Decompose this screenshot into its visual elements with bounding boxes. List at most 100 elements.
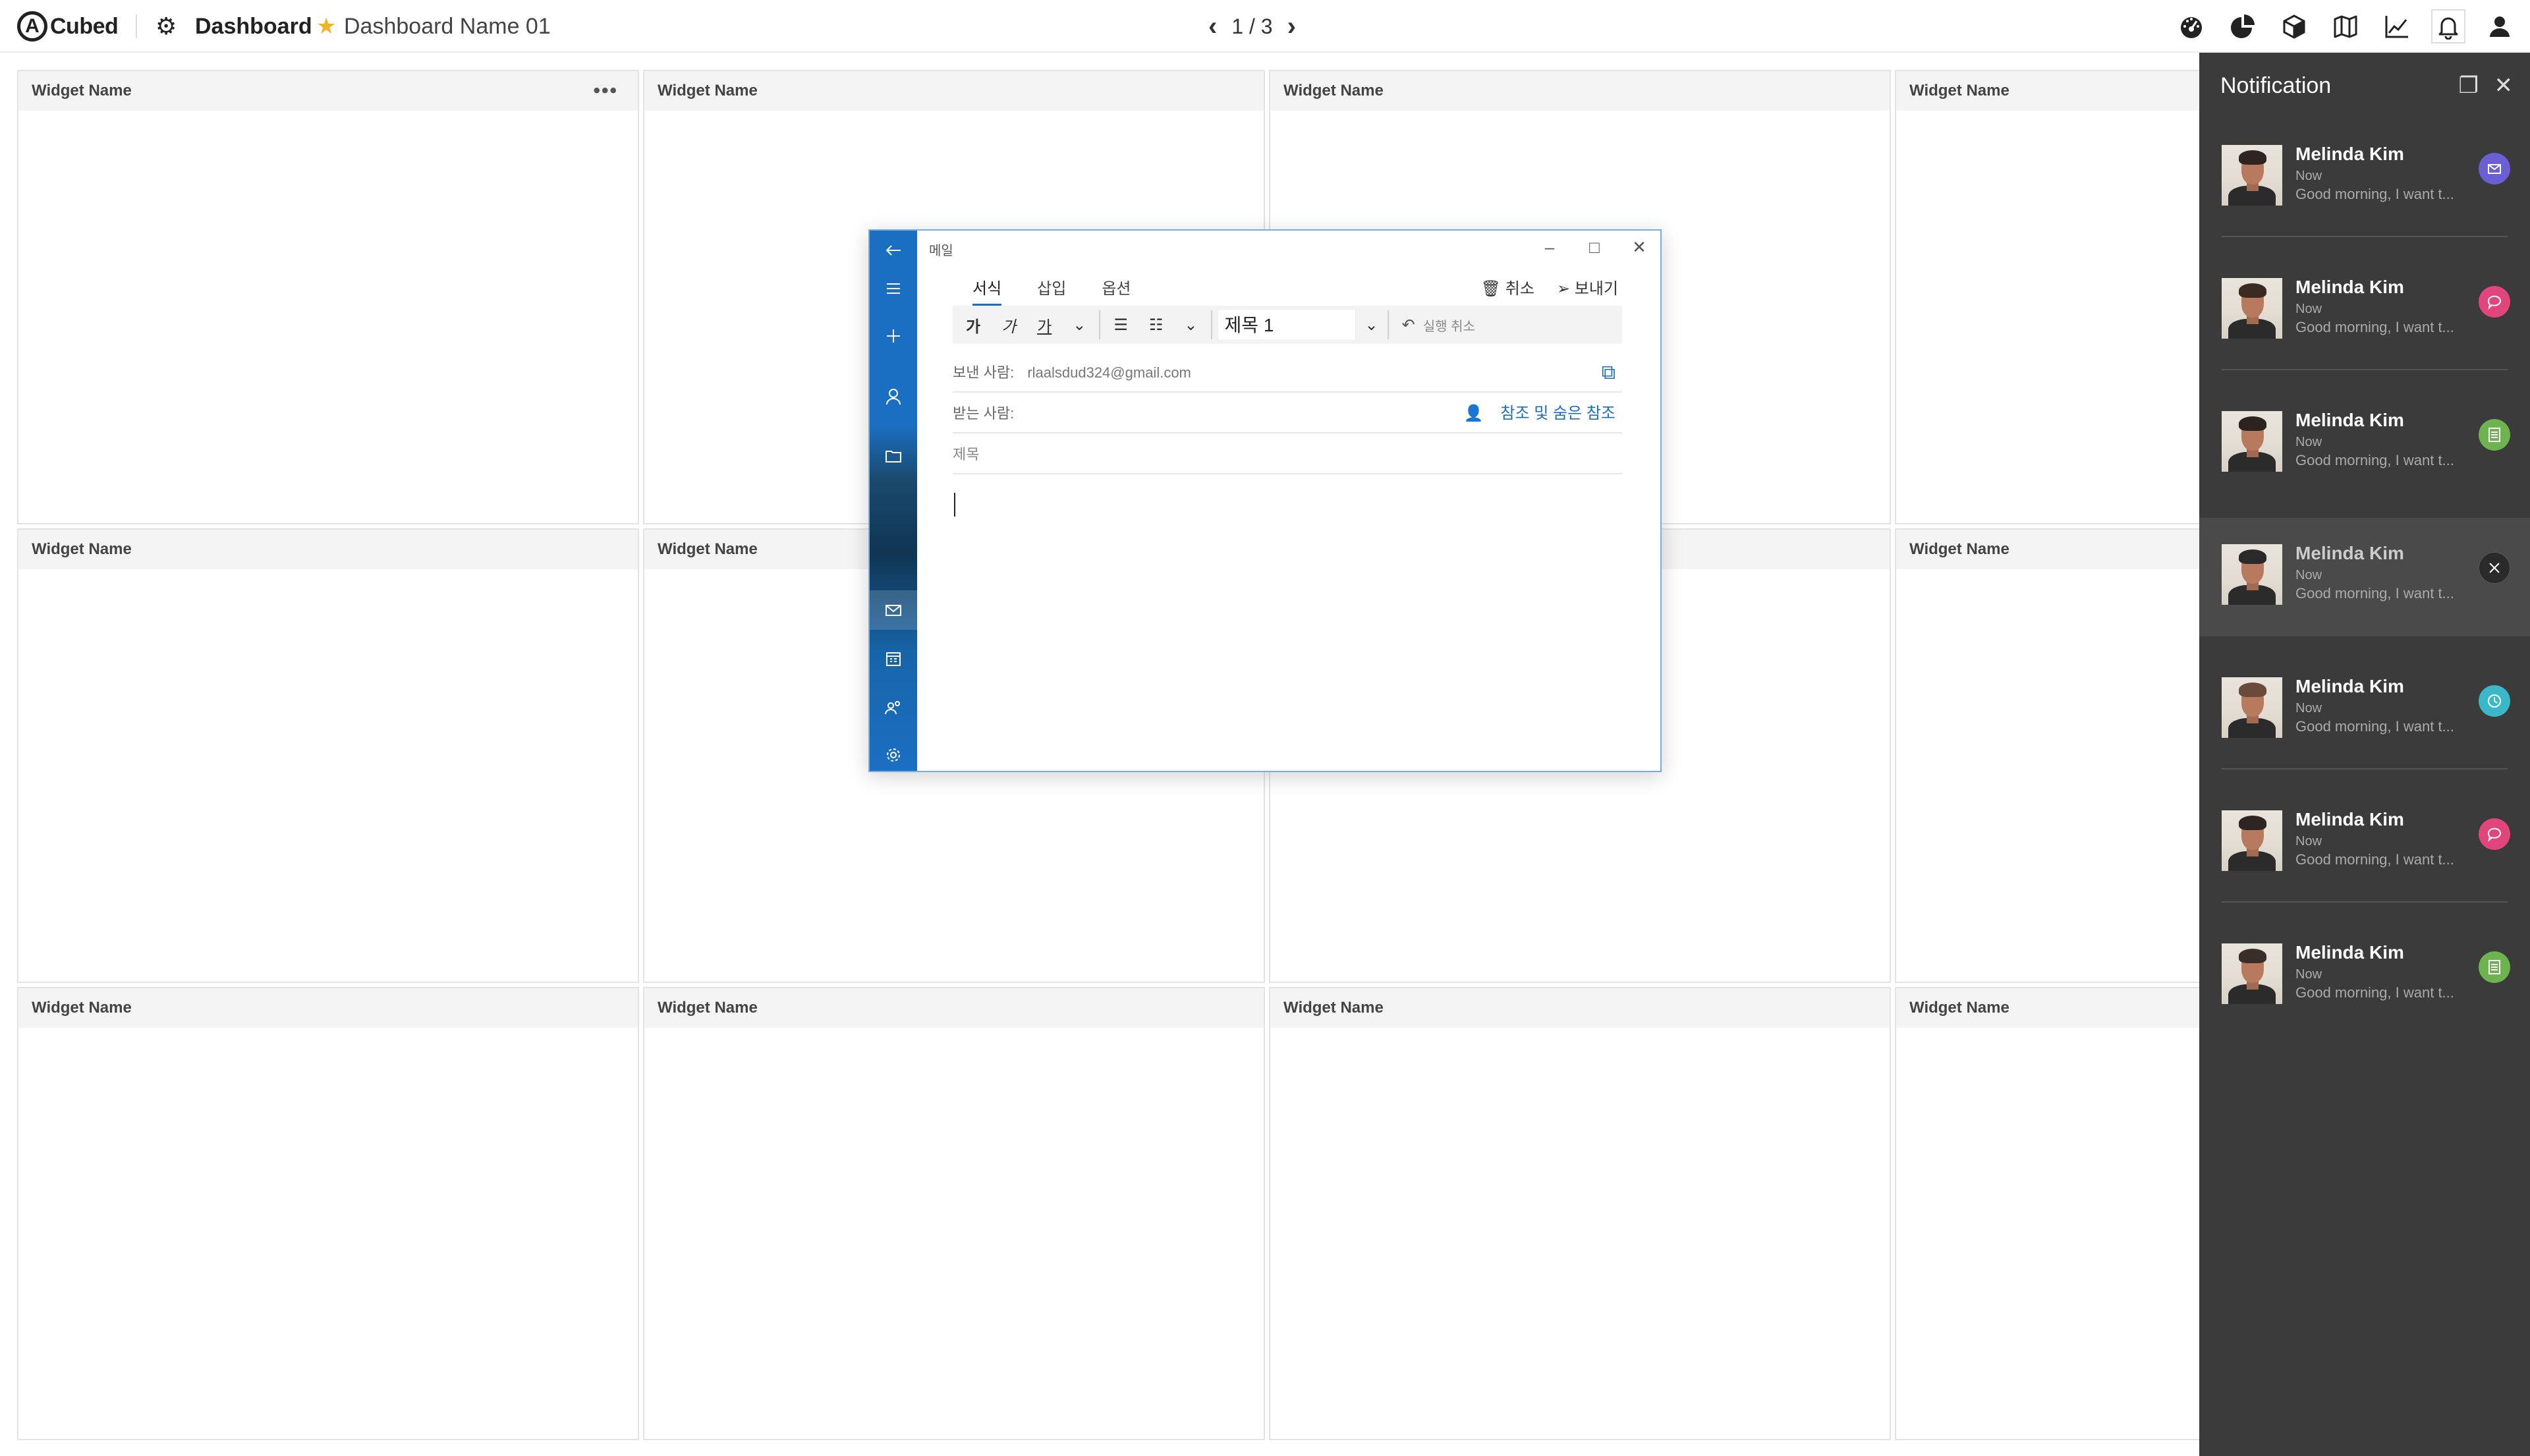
- close-icon[interactable]: ✕: [1626, 237, 1652, 258]
- to-row[interactable]: 받는 사람: 👤 참조 및 숨은 참조: [953, 394, 1622, 434]
- line-chart-icon[interactable]: [2380, 9, 2414, 43]
- logo[interactable]: A Cubed: [17, 11, 119, 42]
- notification-item[interactable]: Melinda Kim Now Good morning, I want t...: [2199, 119, 2530, 237]
- paragraph-style-select[interactable]: 제목 1: [1217, 309, 1356, 341]
- notification-sender: Melinda Kim: [2295, 277, 2404, 297]
- notification-item[interactable]: Melinda Kim Now Good morning, I want t...: [2199, 252, 2530, 370]
- maximize-icon[interactable]: □: [1581, 237, 1608, 258]
- divider: [2222, 369, 2508, 370]
- discard-label: 취소: [1505, 280, 1534, 298]
- people-icon[interactable]: [870, 688, 917, 727]
- close-icon[interactable]: [2479, 552, 2510, 584]
- notification-time: Now: [2295, 435, 2322, 449]
- user-icon[interactable]: [2483, 9, 2517, 43]
- widget-title: Widget Name: [1909, 999, 2010, 1017]
- account-icon[interactable]: [870, 377, 917, 416]
- settings-gear-icon[interactable]: [870, 735, 917, 775]
- toolbar-icons: [2174, 9, 2517, 43]
- bell-icon[interactable]: [2431, 9, 2465, 43]
- widget-title: Widget Name: [658, 999, 758, 1017]
- notification-time: Now: [2295, 834, 2322, 849]
- notification-item[interactable]: Melinda Kim Now Good morning, I want t...: [2199, 784, 2530, 903]
- mail-envelope-icon[interactable]: [870, 590, 917, 630]
- section-title[interactable]: Dashboard: [195, 13, 312, 40]
- map-icon[interactable]: [2328, 9, 2363, 43]
- chevron-right-icon[interactable]: ›: [1287, 12, 1296, 42]
- discard-button[interactable]: 🗑 취소: [1481, 275, 1534, 298]
- bold-button[interactable]: 가: [966, 314, 980, 337]
- avatar: [2222, 145, 2282, 206]
- maximize-icon[interactable]: ❐: [2459, 53, 2479, 119]
- undo-icon: ↶: [1401, 316, 1415, 334]
- widget[interactable]: Widget Name •••: [17, 70, 639, 524]
- text-style-group: 가 가 가 ⌄: [953, 306, 1099, 344]
- notification-time: Now: [2295, 169, 2322, 183]
- from-value[interactable]: rlaalsdud324@gmail.com: [1027, 353, 1191, 393]
- subject-row[interactable]: 제목: [953, 435, 1622, 474]
- notification-sender: Melinda Kim: [2295, 410, 2404, 430]
- page-pager: ‹ 1 / 3 ›: [1208, 12, 1296, 41]
- italic-button[interactable]: 가: [1001, 314, 1016, 337]
- from-label: 보낸 사람:: [953, 364, 1015, 381]
- new-mail-plus-icon[interactable]: [870, 316, 917, 356]
- tab-options[interactable]: 옵션: [1102, 275, 1131, 307]
- notification-message: Good morning, I want t...: [2295, 585, 2454, 602]
- send-button[interactable]: ➢ 보내기: [1557, 275, 1618, 298]
- notification-message: Good morning, I want t...: [2295, 319, 2454, 335]
- divider: [136, 14, 137, 38]
- tab-format[interactable]: 서식: [972, 275, 1002, 307]
- widget[interactable]: Widget Name: [1269, 987, 1891, 1440]
- minimize-icon[interactable]: –: [1536, 237, 1563, 258]
- avatar: [2222, 544, 2282, 605]
- avatar: [2222, 278, 2282, 339]
- more-options-icon[interactable]: •••: [593, 71, 618, 111]
- notification-item[interactable]: Melinda Kim Now Good morning, I want t...: [2199, 385, 2530, 503]
- back-arrow-icon[interactable]: [870, 231, 917, 270]
- chevron-down-icon[interactable]: ⌄: [1073, 316, 1086, 335]
- widget-title: Widget Name: [32, 82, 132, 99]
- widget-header: Widget Name •••: [18, 71, 638, 111]
- notification-item[interactable]: Melinda Kim Now Good morning, I want t...: [2199, 917, 2530, 1036]
- undo-button[interactable]: ↶ 실행 취소: [1389, 306, 1488, 344]
- list-icon: [2479, 951, 2510, 983]
- divider: [2222, 768, 2508, 770]
- numbered-list-icon[interactable]: ☷: [1149, 316, 1164, 335]
- widget[interactable]: Widget Name: [17, 987, 639, 1440]
- close-icon[interactable]: ✕: [2494, 53, 2514, 119]
- notification-time: Now: [2295, 302, 2322, 316]
- divider: [1210, 310, 1212, 339]
- gear-icon[interactable]: ⚙: [155, 13, 182, 40]
- chevron-down-icon[interactable]: ⌄: [1365, 316, 1378, 335]
- chevron-left-icon[interactable]: ‹: [1208, 12, 1217, 42]
- bullet-list-icon[interactable]: ☰: [1113, 316, 1128, 335]
- notification-message: Good morning, I want t...: [2295, 984, 2454, 1001]
- widget[interactable]: Widget Name: [17, 528, 639, 983]
- avatar: [2222, 677, 2282, 738]
- tab-insert[interactable]: 삽입: [1037, 275, 1066, 307]
- chevron-down-icon[interactable]: ⌄: [1184, 316, 1197, 335]
- notification-item[interactable]: Melinda Kim Now Good morning, I want t...: [2199, 651, 2530, 770]
- widget[interactable]: Widget Name: [643, 987, 1265, 1440]
- open-new-window-icon[interactable]: ⧉: [1602, 353, 1616, 393]
- notification-panel: Notification ❐ ✕ Melinda Kim Now Good morn…: [2199, 53, 2530, 1456]
- dashboard-gauge-icon[interactable]: [2174, 9, 2208, 43]
- send-label: 보내기: [1574, 280, 1618, 298]
- notification-sender: Melinda Kim: [2295, 809, 2404, 829]
- to-label: 받는 사람:: [953, 405, 1015, 422]
- cube-icon[interactable]: [2277, 9, 2311, 43]
- hamburger-menu-icon[interactable]: [870, 269, 917, 308]
- underline-button[interactable]: 가: [1037, 314, 1052, 337]
- widget-title: Widget Name: [658, 540, 758, 558]
- widget-title: Widget Name: [32, 999, 132, 1017]
- dashboard-name[interactable]: Dashboard Name 01: [344, 13, 551, 40]
- star-icon[interactable]: ★: [316, 13, 336, 40]
- divider: [2222, 901, 2508, 903]
- cc-bcc-link[interactable]: 👤 참조 및 숨은 참조: [1464, 394, 1616, 434]
- notification-item[interactable]: Melinda Kim Now Good morning, I want t...: [2199, 518, 2530, 636]
- pie-chart-icon[interactable]: [2226, 9, 2260, 43]
- avatar-hair: [2239, 150, 2266, 165]
- widget-title: Widget Name: [658, 82, 758, 99]
- avatar-hair: [2239, 816, 2266, 830]
- folder-icon[interactable]: [870, 436, 917, 476]
- calendar-icon[interactable]: [870, 639, 917, 679]
